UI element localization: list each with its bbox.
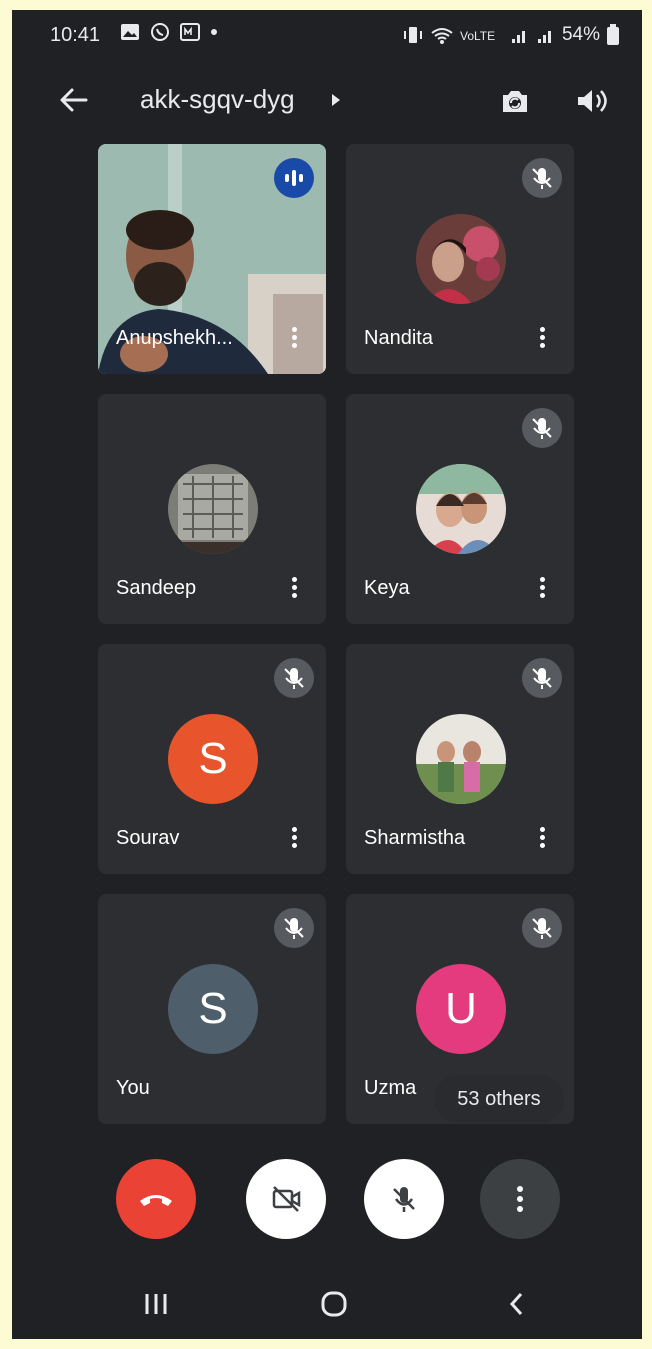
participant-tile[interactable]: Sandeep: [98, 394, 326, 624]
avatar: S: [168, 964, 258, 1054]
avatar-initial: U: [445, 984, 477, 1033]
meet-screen: 10:41 VoLTE 54% akk-sgqv-dyg Anupshekh..…: [12, 10, 642, 1339]
participant-tile[interactable]: Nandita: [346, 144, 574, 374]
participant-tile[interactable]: S You: [98, 894, 326, 1124]
avatar-initial: S: [198, 734, 228, 783]
battery-percent: 54%: [561, 24, 600, 45]
back-arrow-icon[interactable]: [56, 82, 92, 118]
avatar: U: [416, 964, 506, 1054]
mic-off-icon: [274, 908, 314, 948]
system-nav-bar: [12, 1272, 642, 1332]
caret-right-icon[interactable]: [330, 92, 342, 108]
participant-tile[interactable]: Keya: [346, 394, 574, 624]
data-icon: VoLTE: [460, 29, 495, 43]
avatar-initial: S: [198, 984, 228, 1033]
home-button[interactable]: [314, 1286, 354, 1322]
system-icons: VoLTE 54%: [402, 24, 620, 46]
gallery-icon: [121, 24, 139, 40]
notification-icons: [120, 22, 218, 42]
svg-text:VoLTE: VoLTE: [460, 29, 495, 43]
participant-name: You: [116, 1077, 150, 1099]
status-time: 10:41: [50, 24, 101, 46]
participant-name: Nandita: [364, 327, 433, 349]
participant-name: Anupshekh...: [116, 327, 233, 349]
meeting-header: akk-sgqv-dyg: [12, 70, 642, 130]
more-options-icon[interactable]: [536, 574, 548, 604]
avatar: [416, 214, 506, 304]
recents-icon: [145, 1294, 167, 1314]
participant-tile[interactable]: Sharmistha: [346, 644, 574, 874]
avatar: S: [168, 714, 258, 804]
switch-camera-icon[interactable]: [496, 82, 534, 120]
participant-name: Sourav: [116, 827, 180, 849]
end-call-button[interactable]: [116, 1159, 196, 1239]
media-icon: [180, 23, 200, 41]
whatsapp-icon: [151, 23, 169, 41]
call-controls: [12, 1155, 642, 1245]
mic-off-icon: [522, 908, 562, 948]
speaking-indicator-icon: [274, 158, 314, 198]
back-chevron-icon: [509, 1292, 523, 1316]
signal-icon: [511, 31, 525, 43]
camera-off-icon: [272, 1186, 301, 1212]
more-options-icon[interactable]: [288, 574, 300, 604]
others-count-pill[interactable]: 53 others: [434, 1075, 564, 1123]
meeting-code[interactable]: akk-sgqv-dyg: [140, 84, 295, 115]
more-options-icon[interactable]: [536, 324, 548, 354]
signal-icon: [537, 31, 551, 43]
mic-off-icon: [522, 658, 562, 698]
more-options-icon[interactable]: [288, 824, 300, 854]
mic-toggle-button[interactable]: [364, 1159, 444, 1239]
speaker-icon[interactable]: [572, 82, 610, 120]
battery-icon: [607, 24, 619, 45]
avatar: [168, 464, 258, 554]
more-vert-icon: [517, 1186, 523, 1212]
camera-toggle-button[interactable]: [246, 1159, 326, 1239]
participant-name: Uzma: [364, 1077, 417, 1099]
more-options-icon[interactable]: [536, 824, 548, 854]
home-icon: [321, 1291, 347, 1317]
back-button[interactable]: [496, 1286, 536, 1322]
mic-off-icon: [274, 658, 314, 698]
dot-icon: [211, 29, 217, 35]
recents-button[interactable]: [136, 1286, 176, 1322]
more-options-icon[interactable]: [288, 324, 300, 354]
avatar: [416, 464, 506, 554]
participant-tile[interactable]: S Sourav: [98, 644, 326, 874]
mic-off-icon: [393, 1187, 415, 1212]
avatar: [416, 714, 506, 804]
participant-name: Keya: [364, 577, 410, 599]
participant-name: Sharmistha: [364, 827, 466, 849]
mic-off-icon: [522, 408, 562, 448]
hang-up-icon: [140, 1195, 172, 1206]
participant-tile[interactable]: Anupshekh...: [98, 144, 326, 374]
more-options-button[interactable]: [480, 1159, 560, 1239]
wifi-icon: [431, 28, 453, 44]
participant-name: Sandeep: [116, 577, 197, 599]
mic-off-icon: [522, 158, 562, 198]
vibrate-icon: [403, 27, 422, 43]
status-bar: 10:41 VoLTE 54%: [12, 10, 642, 60]
